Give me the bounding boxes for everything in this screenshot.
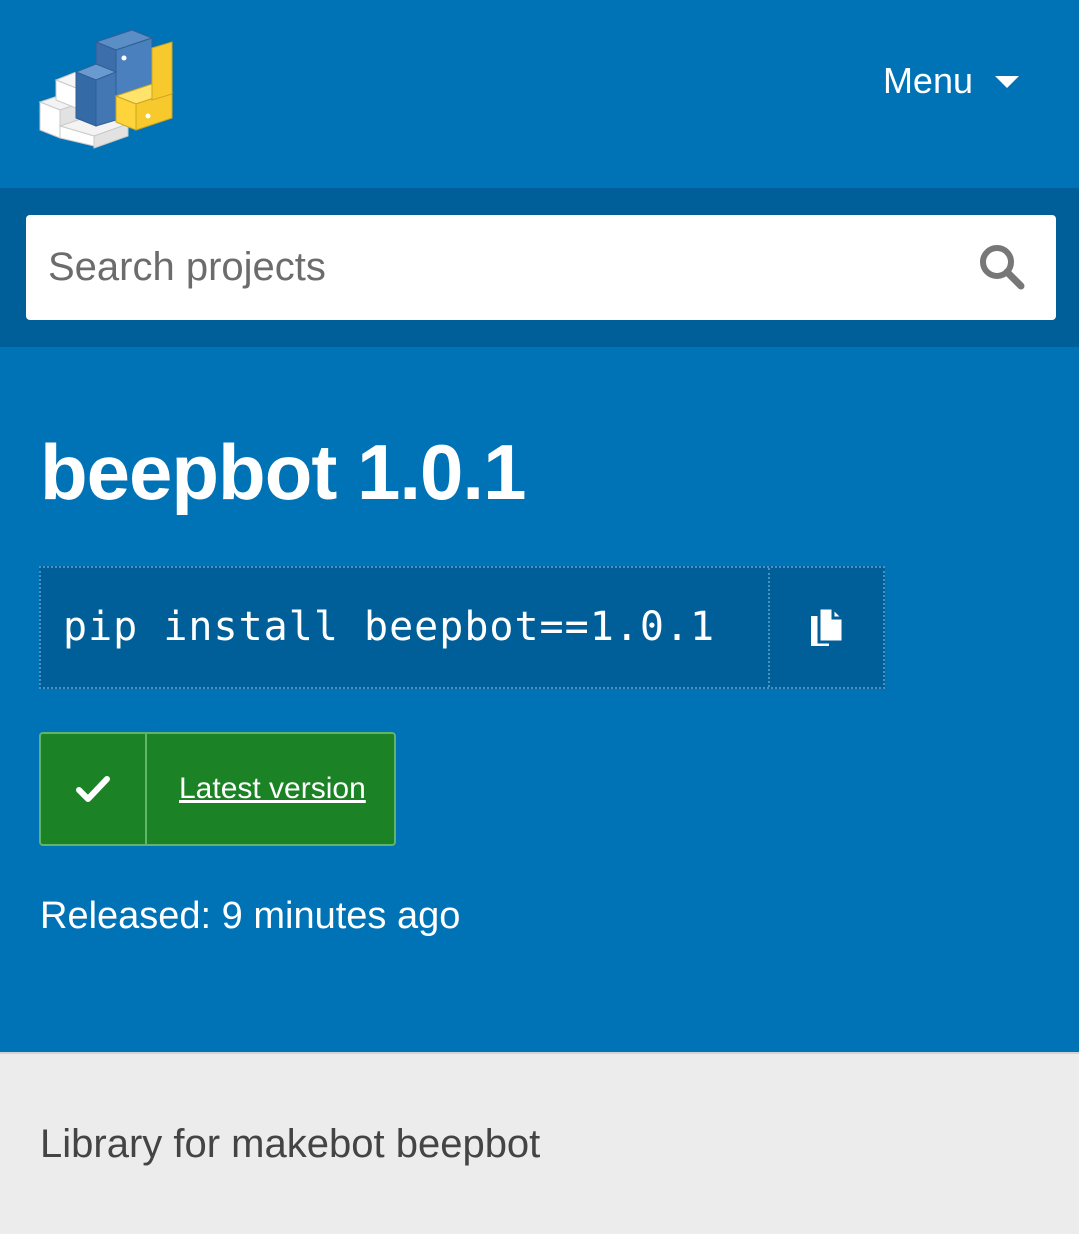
pip-command-text[interactable]: pip install beepbot==1.0.1 bbox=[63, 568, 715, 687]
search-input[interactable] bbox=[26, 215, 966, 320]
search-icon bbox=[980, 245, 1025, 290]
latest-version-link[interactable]: Latest version bbox=[179, 734, 366, 844]
package-summary: Library for makebot beepbot bbox=[40, 1122, 541, 1166]
copy-icon bbox=[810, 606, 844, 646]
pip-command: pip install beepbot==1.0.1 bbox=[39, 566, 885, 689]
menu-label: Menu bbox=[882, 60, 973, 101]
site-header: Menu bbox=[0, 0, 1079, 188]
copy-button[interactable] bbox=[768, 568, 883, 687]
release-date: Released: 9 minutes ago bbox=[40, 895, 461, 937]
search-form bbox=[26, 215, 1056, 320]
pypi-logo[interactable] bbox=[36, 28, 176, 152]
latest-version-badge: Latest version bbox=[39, 732, 396, 846]
menu-button[interactable]: Menu bbox=[883, 58, 1019, 104]
caret-down-icon bbox=[995, 76, 1019, 88]
package-header: beepbot 1.0.1 pip install beepbot==1.0.1… bbox=[0, 347, 1079, 1054]
search-button[interactable] bbox=[974, 239, 1030, 295]
latest-check bbox=[41, 734, 147, 844]
page-title: beepbot 1.0.1 bbox=[40, 428, 526, 516]
search-bar bbox=[0, 188, 1079, 347]
check-icon bbox=[76, 776, 110, 802]
